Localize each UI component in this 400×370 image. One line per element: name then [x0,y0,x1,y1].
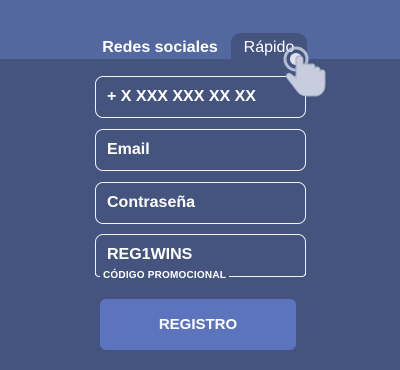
tab-social-label: Redes sociales [102,39,218,56]
tap-hand-icon [283,46,326,97]
promo-code-label: CÓDIGO PROMOCIONAL [100,270,230,282]
password-input[interactable] [96,183,305,223]
phone-field[interactable] [95,76,306,118]
promo-code-input[interactable] [96,235,305,275]
promo-code-field[interactable] [95,234,306,275]
email-input[interactable] [96,130,305,170]
register-button[interactable]: REGISTRO [100,299,296,350]
email-field[interactable] [95,129,306,171]
phone-input[interactable] [96,77,305,117]
tab-social-networks[interactable]: Redes sociales [96,33,224,63]
password-field[interactable] [95,182,306,224]
register-button-label: REGISTRO [158,316,238,333]
